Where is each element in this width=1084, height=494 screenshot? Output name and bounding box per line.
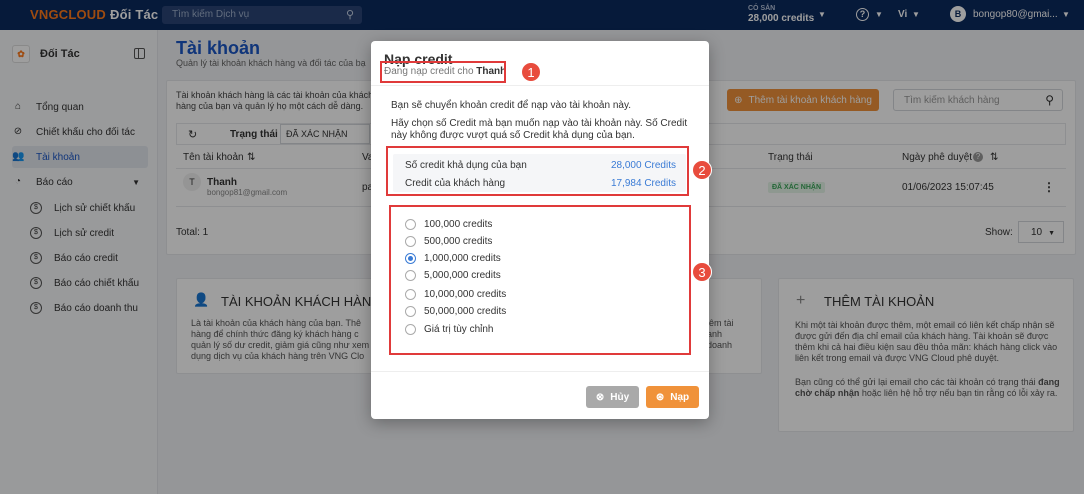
annotation-badge-2: 2 [692, 160, 712, 180]
annotation-badge-1: 1 [521, 62, 541, 82]
divider [371, 371, 709, 372]
modal-text-instruction: Hãy chọn số Credit mà bạn muốn nạp vào t… [391, 118, 688, 141]
annotation-box-1 [380, 61, 506, 83]
coin-icon: ⊛ [655, 391, 665, 403]
close-circle-icon: ⊗ [595, 391, 605, 403]
annotation-box-2 [386, 146, 689, 196]
divider [371, 85, 709, 86]
cancel-button[interactable]: ⊗ Hủy [586, 386, 639, 408]
annotation-badge-3: 3 [692, 262, 712, 282]
topup-submit-button[interactable]: ⊛ Nạp [646, 386, 699, 408]
annotation-box-3 [389, 205, 691, 355]
modal-text-intro: Bạn sẽ chuyển khoản credit để nạp vào tà… [391, 100, 631, 111]
